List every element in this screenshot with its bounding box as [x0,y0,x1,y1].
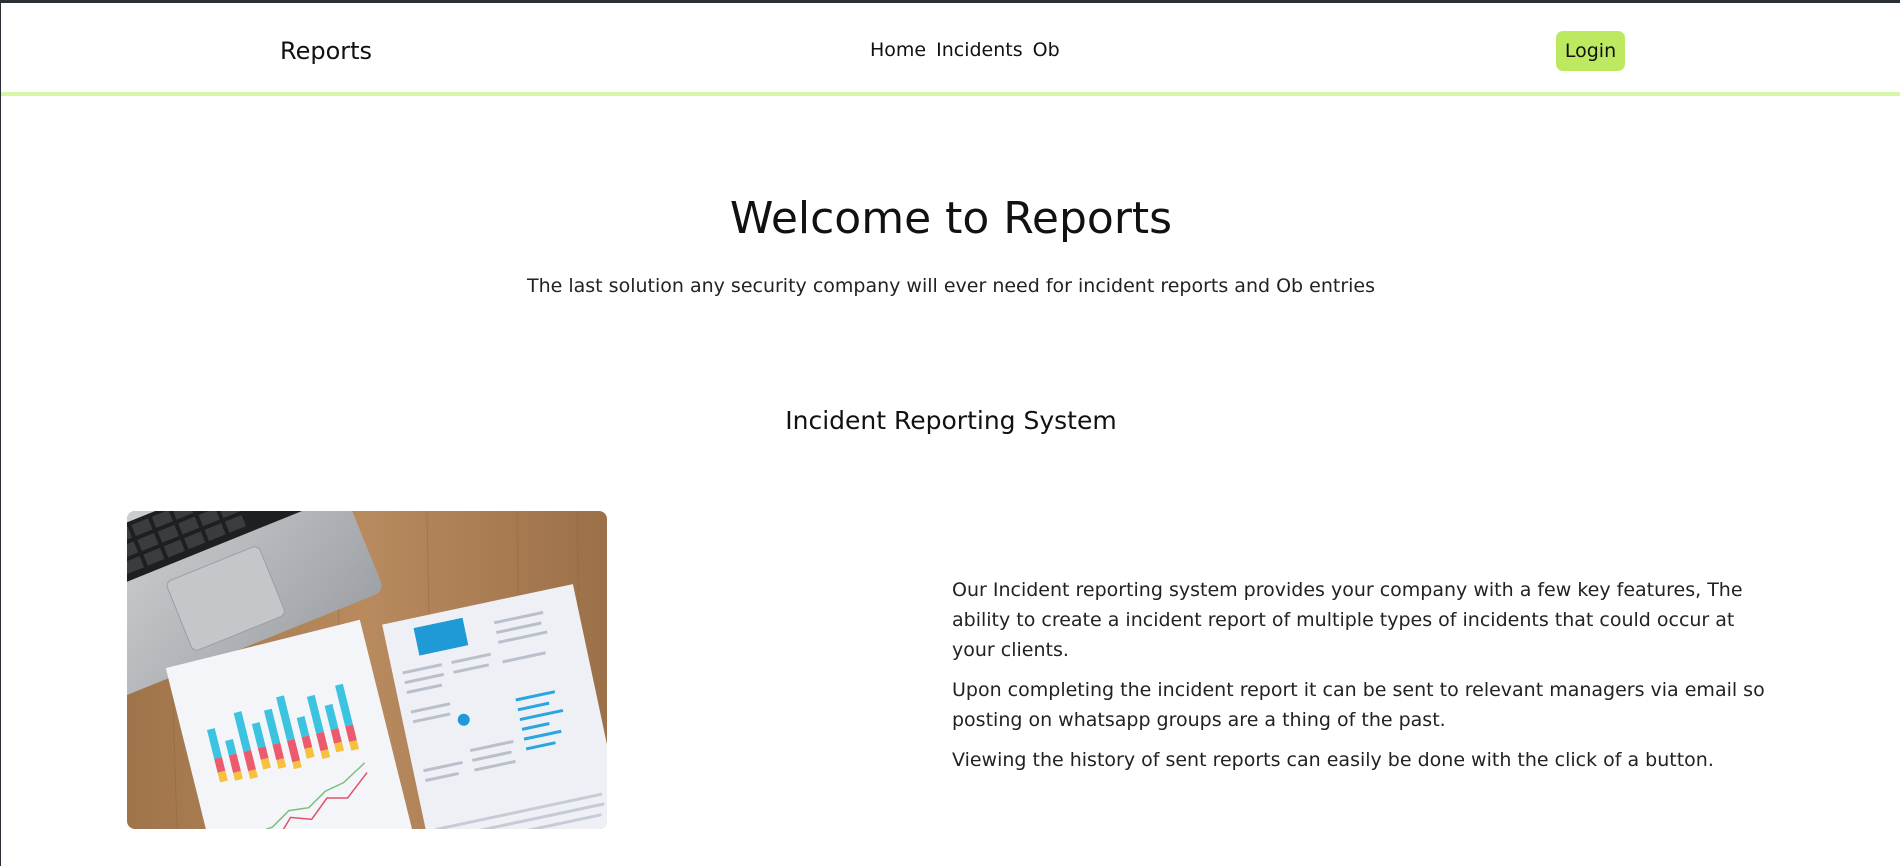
feature-paragraph-3: Viewing the history of sent reports can … [952,749,1714,771]
hero-subtitle: The last solution any security company w… [526,275,1375,297]
feature-paragraph-2: Upon completing the incident report it c… [952,679,1765,731]
nav-link-home[interactable]: Home [870,39,926,61]
navbar: Reports Home Incidents Ob Login [1,3,1900,96]
nav-link-ob[interactable]: Ob [1033,39,1060,61]
laptop-charts-photo [127,511,607,829]
feature-paragraph-1: Our Incident reporting system provides y… [952,579,1743,661]
section-title: Incident Reporting System [785,406,1117,435]
hero-title: Welcome to Reports [729,193,1173,244]
feature-description: Our Incident reporting system provides y… [952,575,1782,785]
login-button[interactable]: Login [1556,31,1625,71]
brand-logo[interactable]: Reports [280,37,372,65]
nav-links: Home Incidents Ob [870,39,1060,61]
nav-link-incidents[interactable]: Incidents [936,39,1023,61]
